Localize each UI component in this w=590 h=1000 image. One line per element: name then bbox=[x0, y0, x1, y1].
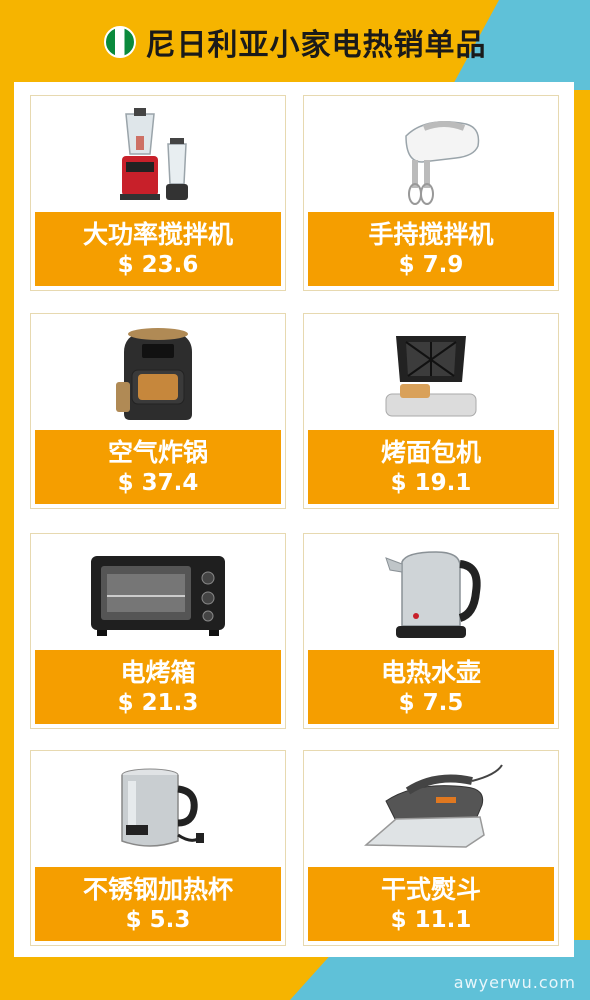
page-title: 尼日利亚小家电热销单品 bbox=[145, 28, 487, 63]
product-label: 手持搅拌机 $ 7.9 bbox=[308, 212, 554, 286]
product-price: $ 37.4 bbox=[117, 469, 199, 496]
product-price: $ 11.1 bbox=[390, 906, 472, 933]
product-card[interactable]: 手持搅拌机 $ 7.9 bbox=[303, 95, 559, 291]
page-header: 尼日利亚小家电热销单品 bbox=[0, 18, 590, 66]
watermark-text: awyerwu.com bbox=[453, 973, 576, 992]
product-label: 干式熨斗 $ 11.1 bbox=[308, 867, 554, 941]
product-label: 不锈钢加热杯 $ 5.3 bbox=[35, 867, 281, 941]
hand-mixer-icon bbox=[308, 100, 554, 212]
product-label: 烤面包机 $ 19.1 bbox=[308, 430, 554, 504]
product-grid: 大功率搅拌机 $ 23.6 手持搅拌机 $ 7.9 空气炸锅 $ 37.4 烤面… bbox=[14, 82, 574, 957]
product-name: 干式熨斗 bbox=[380, 874, 481, 904]
air-fryer-icon bbox=[35, 318, 281, 430]
product-label: 大功率搅拌机 $ 23.6 bbox=[35, 212, 281, 286]
product-label: 电烤箱 $ 21.3 bbox=[35, 650, 281, 724]
product-card[interactable]: 烤面包机 $ 19.1 bbox=[303, 313, 559, 509]
product-card[interactable]: 空气炸锅 $ 37.4 bbox=[30, 313, 286, 509]
nigeria-flag-icon bbox=[103, 26, 136, 58]
product-name: 电热水壶 bbox=[380, 657, 481, 687]
product-label: 电热水壶 $ 7.5 bbox=[308, 650, 554, 724]
product-name: 电烤箱 bbox=[120, 657, 196, 687]
product-price: $ 7.5 bbox=[398, 689, 464, 716]
product-card[interactable]: 电烤箱 $ 21.3 bbox=[30, 533, 286, 729]
iron-icon bbox=[308, 755, 554, 867]
product-name: 手持搅拌机 bbox=[368, 219, 494, 249]
product-card[interactable]: 干式熨斗 $ 11.1 bbox=[303, 750, 559, 946]
product-price: $ 21.3 bbox=[117, 689, 199, 716]
product-name: 空气炸锅 bbox=[107, 437, 208, 467]
product-price: $ 7.9 bbox=[398, 251, 464, 278]
product-price: $ 23.6 bbox=[117, 251, 199, 278]
product-name: 不锈钢加热杯 bbox=[82, 874, 233, 904]
kettle-icon bbox=[308, 538, 554, 650]
product-price: $ 19.1 bbox=[390, 469, 472, 496]
sandwich-maker-icon bbox=[308, 318, 554, 430]
product-card[interactable]: 大功率搅拌机 $ 23.6 bbox=[30, 95, 286, 291]
product-price: $ 5.3 bbox=[125, 906, 191, 933]
heating-cup-icon bbox=[35, 755, 281, 867]
oven-icon bbox=[35, 538, 281, 650]
blender-icon bbox=[35, 100, 281, 212]
product-label: 空气炸锅 $ 37.4 bbox=[35, 430, 281, 504]
product-card[interactable]: 不锈钢加热杯 $ 5.3 bbox=[30, 750, 286, 946]
product-card[interactable]: 电热水壶 $ 7.5 bbox=[303, 533, 559, 729]
product-name: 大功率搅拌机 bbox=[82, 219, 233, 249]
product-name: 烤面包机 bbox=[380, 437, 481, 467]
